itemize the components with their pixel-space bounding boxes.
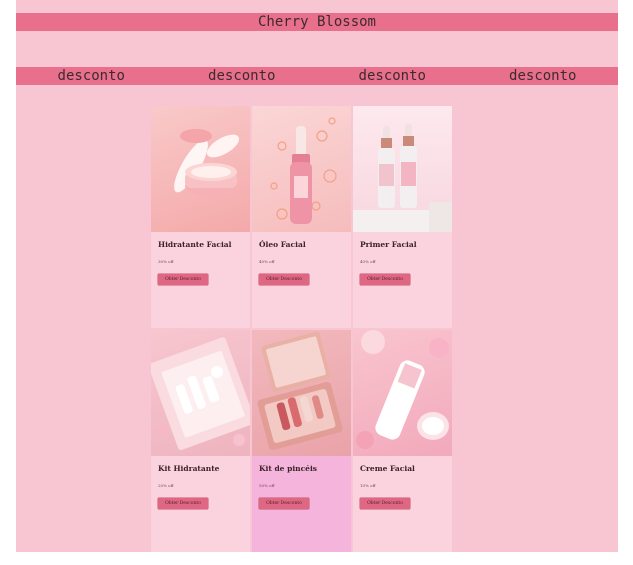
product-image-primer — [353, 106, 452, 232]
product-discount: 20% off — [158, 483, 174, 488]
get-discount-button[interactable]: Obter Desconto — [360, 498, 410, 509]
product-discount: 50% off — [259, 483, 275, 488]
get-discount-button[interactable]: Obter Desconto — [158, 274, 208, 285]
promo-link-2[interactable]: desconto — [208, 67, 275, 85]
get-discount-button[interactable]: Obter Desconto — [360, 274, 410, 285]
product-card: Hidratante Facial 30% off Obter Desconto — [151, 106, 250, 328]
product-title: Kit Hidratante — [158, 464, 220, 473]
get-discount-button[interactable]: Obter Desconto — [158, 498, 208, 509]
site-title: Cherry Blossom — [257, 14, 376, 30]
promo-link-3[interactable]: desconto — [359, 67, 426, 85]
product-title: Kit de pincéis — [259, 464, 318, 473]
product-card: Primer Facial 40% off Obter Desconto — [353, 106, 452, 328]
product-image-cream — [353, 330, 452, 456]
product-card: Creme Facial 10% off Obter Desconto — [353, 330, 452, 552]
product-title: Hidratante Facial — [158, 240, 232, 249]
product-card: Óleo Facial 40% off Obter Desconto — [252, 106, 351, 328]
product-discount: 40% off — [259, 259, 275, 264]
product-card: Kit de pincéis 50% off Obter Desconto — [252, 330, 351, 552]
promo-bar: desconto desconto desconto desconto — [16, 67, 618, 85]
get-discount-button[interactable]: Obter Desconto — [259, 274, 309, 285]
product-grid: Hidratante Facial 30% off Obter Desconto — [151, 106, 452, 552]
promo-link-4[interactable]: desconto — [509, 67, 576, 85]
product-image-facial-oil — [252, 106, 351, 232]
product-title: Primer Facial — [360, 240, 417, 249]
product-discount: 10% off — [360, 483, 376, 488]
product-title: Óleo Facial — [259, 240, 306, 249]
product-card: Kit Hidratante 20% off Obter Desconto — [151, 330, 250, 552]
product-image-brush-kit — [252, 330, 351, 456]
product-image-moisturizer — [151, 106, 250, 232]
promo-link-1[interactable]: desconto — [58, 67, 125, 85]
product-discount: 30% off — [158, 259, 174, 264]
product-discount: 40% off — [360, 259, 376, 264]
page: Cherry Blossom desconto desconto descont… — [16, 0, 618, 552]
get-discount-button[interactable]: Obter Desconto — [259, 498, 309, 509]
product-title: Creme Facial — [360, 464, 415, 473]
product-image-moisturizer-kit — [151, 330, 250, 456]
site-header: Cherry Blossom — [16, 13, 618, 31]
